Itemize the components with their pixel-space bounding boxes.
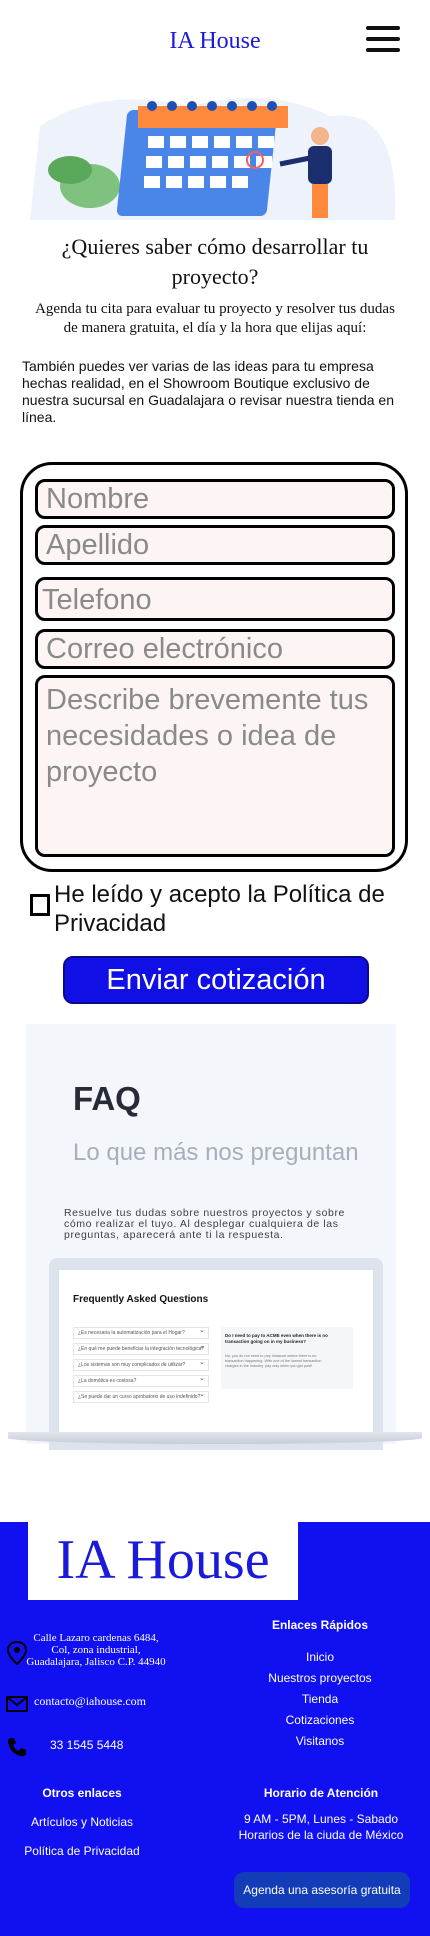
intro-subtitle: Agenda tu cita para evaluar tu proyecto … — [35, 301, 395, 336]
faq-panel-answer: No, you do not need to pay Instacart whe… — [225, 1354, 322, 1368]
faq-description: Resuelve tus dudas sobre nuestros proyec… — [64, 1207, 345, 1241]
footer-link-tienda[interactable]: Tienda — [252, 1692, 388, 1706]
laptop-base — [8, 1432, 422, 1444]
site-header: IA House — [0, 0, 430, 84]
footer-address: Calle Lazaro cardenas 6484, Col, zona in… — [26, 1632, 166, 1668]
telefono-field[interactable]: Telefono — [35, 577, 395, 621]
faq-screen-title: Frequently Asked Questions — [73, 1294, 209, 1305]
footer-link-privacidad[interactable]: Política de Privacidad — [2, 1844, 162, 1858]
faq-question[interactable]: ¿La domótica es costosa? — [73, 1374, 209, 1387]
consent-checkbox[interactable] — [30, 894, 50, 916]
menu-icon[interactable] — [366, 26, 400, 54]
faq-subtitle: Lo que más nos preguntan — [73, 1139, 359, 1166]
other-links-title: Otros enlaces — [42, 1786, 122, 1800]
footer-link-cotizaciones[interactable]: Cotizaciones — [252, 1713, 388, 1727]
footer-link-articulos[interactable]: Artículos y Noticias — [12, 1815, 152, 1829]
faq-question[interactable]: ¿Se puede dar un curso aprobatorio de us… — [73, 1390, 209, 1403]
footer-phone[interactable]: 33 1545 5448 — [50, 1738, 123, 1752]
mail-icon — [6, 1696, 28, 1712]
hours-title: Horario de Atención — [263, 1786, 379, 1800]
submit-quote-button[interactable]: Enviar cotización — [63, 956, 369, 1004]
quote-form: Nombre Apellido Telefono Correo electrón… — [20, 462, 408, 872]
footer-logo[interactable]: IA House — [28, 1522, 298, 1600]
location-icon — [6, 1640, 28, 1666]
footer-link-visitanos[interactable]: Visitanos — [252, 1734, 388, 1748]
calendar-illustration — [30, 98, 396, 220]
quick-links-title: Enlaces Rápidos — [271, 1618, 369, 1632]
hours-line: 9 AM - 5PM, Lunes - Sabado — [243, 1812, 399, 1826]
faq-answer-panel: Do I need to pay to ACME even when there… — [221, 1327, 353, 1389]
faq-question[interactable]: ¿Los sistemas son muy complicados de uti… — [73, 1358, 209, 1371]
site-footer: IA House Calle Lazaro cardenas 6484, Col… — [0, 1522, 430, 1936]
hours-timezone: Horarios de la ciuda de México — [238, 1828, 404, 1842]
apellido-field[interactable]: Apellido — [35, 525, 395, 565]
laptop-screen: Frequently Asked Questions ¿Es necesaria… — [59, 1270, 373, 1440]
phone-icon — [8, 1738, 26, 1757]
page-title: ¿Quieres saber cómo desarrollar tu proye… — [61, 234, 369, 289]
email-field[interactable]: Correo electrónico — [35, 629, 395, 669]
privacy-consent: He leído y acepto la Política de Privaci… — [26, 880, 416, 938]
faq-panel-question: Do I need to pay to ACME even when there… — [225, 1333, 328, 1344]
faq-section: FAQ Lo que más nos preguntan Resuelve tu… — [26, 1024, 396, 1450]
book-consultation-button[interactable]: Agenda una asesoría gratuita — [234, 1872, 410, 1908]
footer-link-proyectos[interactable]: Nuestros proyectos — [252, 1671, 388, 1685]
description-textarea[interactable]: Describe brevemente tus necesidades o id… — [35, 675, 395, 857]
footer-logo-text: IA House — [56, 1529, 270, 1591]
faq-title: FAQ — [73, 1080, 141, 1117]
faq-question[interactable]: ¿Es necesaria la automatización para el … — [73, 1326, 209, 1339]
intro-body: También puedes ver varias de las ideas p… — [22, 358, 394, 425]
consent-label: He leído y acepto la Política de Privaci… — [54, 881, 385, 937]
faq-question[interactable]: ¿En qué me puede beneficiar la integraci… — [73, 1342, 209, 1355]
laptop-mockup: Frequently Asked Questions ¿Es necesaria… — [49, 1258, 383, 1450]
footer-link-inicio[interactable]: Inicio — [252, 1650, 388, 1664]
nombre-field[interactable]: Nombre — [35, 479, 395, 519]
footer-email[interactable]: contacto@iahouse.com — [34, 1694, 146, 1709]
